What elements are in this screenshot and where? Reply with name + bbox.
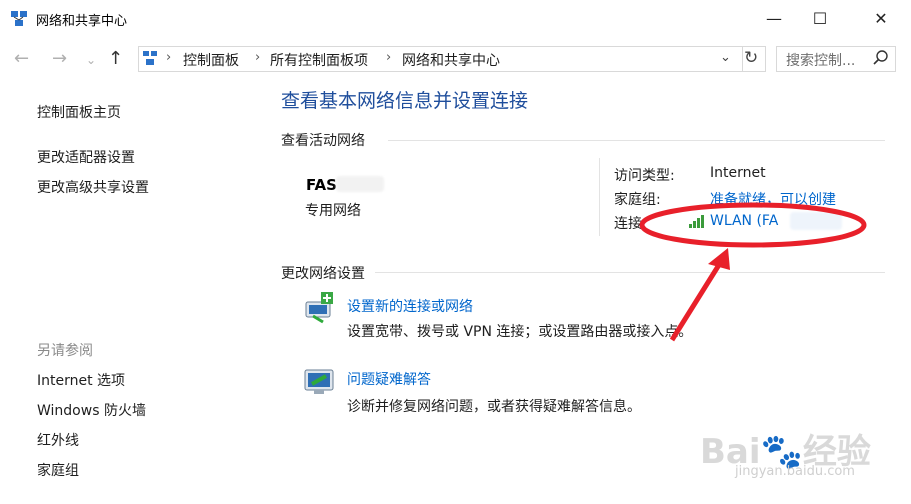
up-arrow-icon[interactable]: ↑ <box>108 48 123 69</box>
sidebar-link-advanced-sharing[interactable]: 更改高级共享设置 <box>37 177 149 197</box>
breadcrumb-separator-icon: › <box>166 50 172 65</box>
address-divider <box>742 47 743 71</box>
annotation-arrow-line <box>669 258 725 342</box>
address-dropdown-icon[interactable]: ⌄ <box>720 50 731 65</box>
maximize-button[interactable]: ☐ <box>797 0 843 38</box>
back-arrow-icon[interactable]: ← <box>14 48 29 69</box>
sidebar-link-adapter[interactable]: 更改适配器设置 <box>37 147 135 167</box>
sidebar-link-internet-options[interactable]: Internet 选项 <box>37 370 125 390</box>
annotation-overlay <box>639 202 867 342</box>
redacted-blur <box>336 176 384 192</box>
sidebar-link-firewall[interactable]: Windows 防火墙 <box>37 400 146 420</box>
breadcrumb-control-panel[interactable]: 控制面板 <box>183 50 239 70</box>
close-button[interactable]: ✕ <box>858 0 904 38</box>
access-type-label: 访问类型: <box>614 168 675 184</box>
minimize-button[interactable]: — <box>751 0 797 38</box>
search-placeholder: 搜索控制... <box>786 53 856 69</box>
troubleshoot-desc: 诊断并修复网络问题，或者获得疑难解答信息。 <box>347 399 641 415</box>
annotation-arrowhead <box>708 248 730 270</box>
troubleshoot-link[interactable]: 问题疑难解答 <box>347 369 431 389</box>
window-title: 网络和共享中心 <box>36 14 128 29</box>
section-divider <box>388 140 885 141</box>
annotation-ellipse <box>639 202 867 248</box>
setup-connection-link[interactable]: 设置新的连接或网络 <box>347 296 473 316</box>
control-panel-icon <box>142 50 158 66</box>
search-icon[interactable] <box>872 49 890 67</box>
active-networks-label: 查看活动网络 <box>281 133 365 149</box>
recent-dropdown-icon[interactable]: ⌄ <box>86 53 96 67</box>
sidebar-link-infrared[interactable]: 红外线 <box>37 430 79 450</box>
network-divider <box>599 158 600 236</box>
breadcrumb-separator-icon: › <box>386 50 392 65</box>
forward-arrow-icon[interactable]: → <box>52 48 67 69</box>
breadcrumb-network-center[interactable]: 网络和共享中心 <box>402 50 500 70</box>
breadcrumb-all-items[interactable]: 所有控制面板项 <box>270 50 368 70</box>
troubleshoot-icon <box>304 368 336 396</box>
network-type: 专用网络 <box>305 203 361 219</box>
network-center-icon <box>10 10 28 28</box>
watermark-url: jingyan.baidu.com <box>735 464 855 479</box>
network-name: FAS <box>306 176 337 194</box>
sidebar-link-homegroup[interactable]: 家庭组 <box>37 460 79 480</box>
refresh-icon[interactable]: ↻ <box>744 48 758 68</box>
access-type-value: Internet <box>710 165 766 181</box>
new-connection-icon <box>303 292 337 324</box>
see-also-heading: 另请参阅 <box>37 343 93 359</box>
page-title: 查看基本网络信息并设置连接 <box>281 90 529 112</box>
breadcrumb-separator-icon: › <box>255 50 261 65</box>
change-settings-label: 更改网络设置 <box>281 266 365 282</box>
sidebar-link-home[interactable]: 控制面板主页 <box>37 102 121 122</box>
